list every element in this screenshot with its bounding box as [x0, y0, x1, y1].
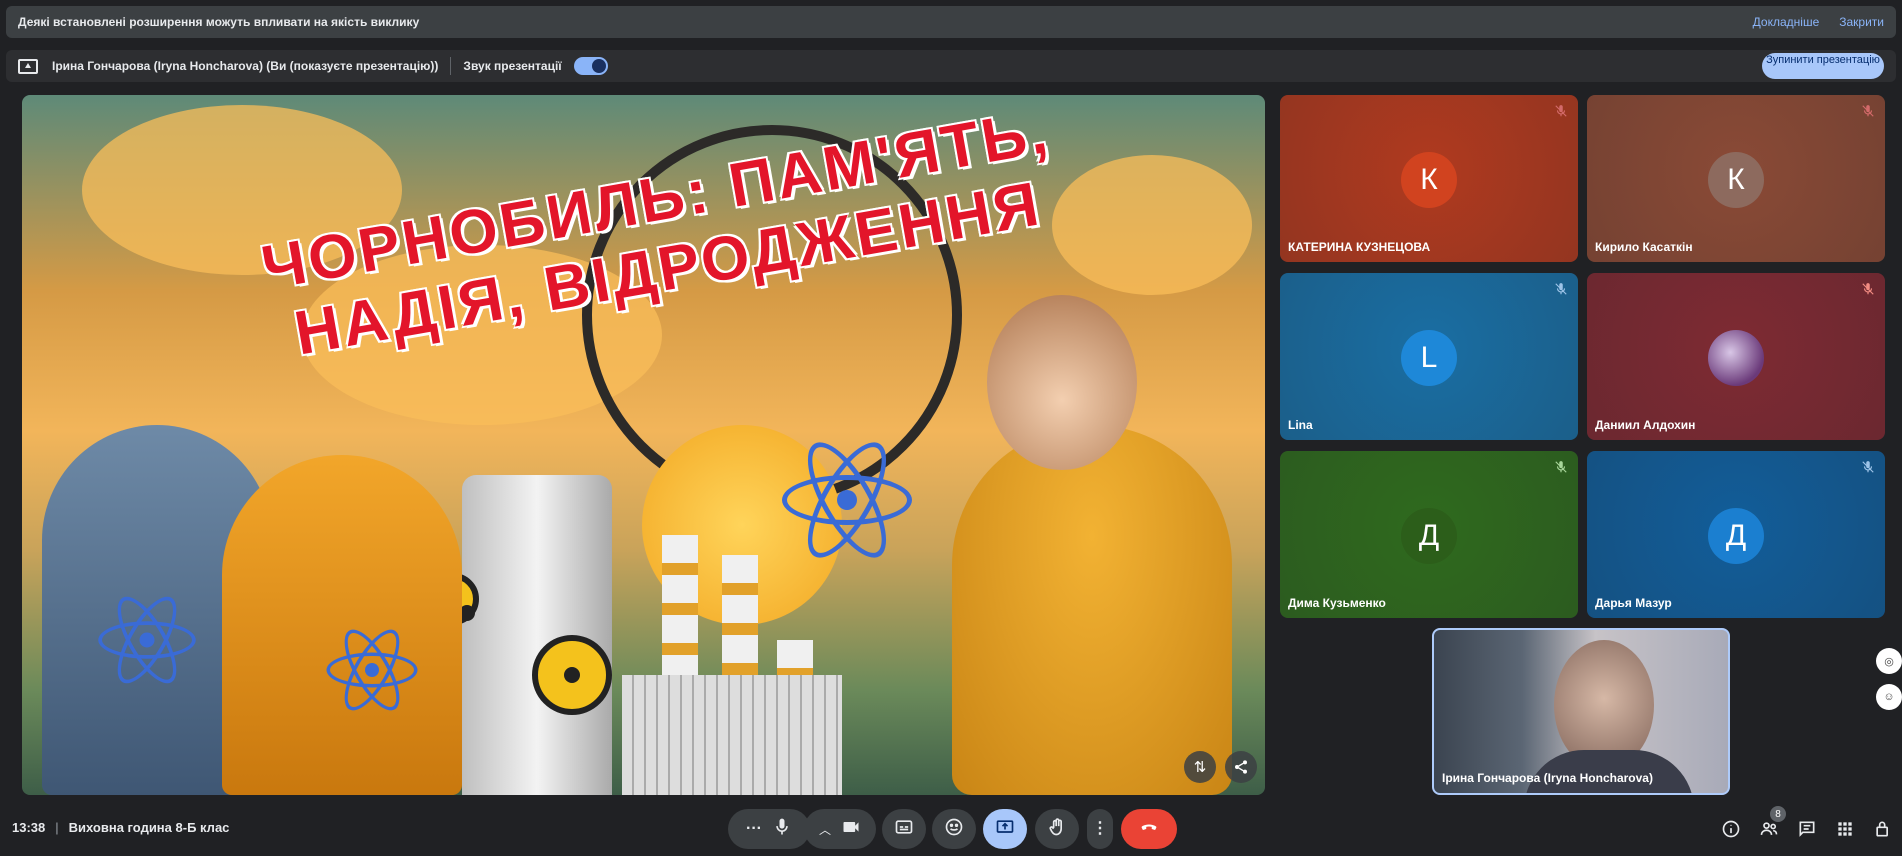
mic-off-icon: [1861, 460, 1875, 474]
banner-message: Деякі встановлені розширення можуть впли…: [18, 15, 420, 29]
close-banner-link[interactable]: Закрити: [1839, 15, 1884, 29]
bottom-control-bar: 13:38 | Виховна година 8-Б клас ··· ︿ ⋮ …: [0, 806, 1902, 856]
host-controls-icon[interactable]: [1870, 816, 1896, 842]
mic-off-icon: [1861, 282, 1875, 296]
more-vert-icon: ⋮: [1092, 820, 1108, 837]
present-button[interactable]: [983, 809, 1027, 849]
clock-time: 13:38: [12, 820, 46, 835]
more-options-icon[interactable]: ···: [746, 820, 762, 838]
chevron-up-icon[interactable]: ︿: [819, 821, 831, 838]
stop-presenting-button[interactable]: Зупинити презентацію: [1762, 53, 1884, 79]
presentation-audio-toggle[interactable]: [573, 57, 608, 75]
participant-name: Lina: [1288, 418, 1313, 432]
participants-count-badge: 8: [1770, 806, 1786, 822]
swap-layout-icon[interactable]: ⇅: [1184, 751, 1216, 783]
camera-control-group[interactable]: ︿: [804, 809, 876, 849]
present-screen-icon: [995, 817, 1015, 842]
atom-symbol: [98, 588, 196, 692]
participant-tile[interactable]: Д Дима Кузьменко: [1280, 451, 1578, 618]
radiation-sign: [532, 635, 612, 715]
audio-control-group[interactable]: ···: [728, 809, 810, 849]
avatar: L: [1401, 330, 1457, 386]
emoji-button[interactable]: [932, 809, 976, 849]
raise-hand-icon: [1047, 817, 1067, 842]
end-call-button[interactable]: [1121, 809, 1177, 849]
microphone-icon[interactable]: [772, 817, 792, 842]
illustration-teacher: [952, 425, 1232, 795]
participant-tile[interactable]: Д Дарья Мазур: [1587, 451, 1885, 618]
avatar: Д: [1708, 508, 1764, 564]
mic-off-icon: [1554, 282, 1568, 296]
participant-name: Кирило Касаткін: [1595, 240, 1693, 254]
meeting-title: Виховна година 8-Б клас: [68, 820, 230, 835]
present-screen-icon: [18, 58, 38, 74]
cooling-tower: [462, 475, 612, 795]
participant-name: Дарья Мазур: [1595, 596, 1672, 610]
participant-name: КАТЕРИНА КУЗНЕЦОВА: [1288, 240, 1431, 254]
participant-tile[interactable]: L Lina: [1280, 273, 1578, 440]
participant-tile[interactable]: К Кирило Касаткін: [1587, 95, 1885, 262]
mic-off-icon: [1554, 460, 1568, 474]
share-icon[interactable]: [1225, 751, 1257, 783]
activities-icon[interactable]: [1832, 816, 1858, 842]
camera-icon[interactable]: [841, 817, 861, 842]
participant-tile[interactable]: К КАТЕРИНА КУЗНЕЦОВА: [1280, 95, 1578, 262]
companion-icon[interactable]: ◎: [1876, 648, 1902, 674]
presenter-text: Ірина Гончарова (Iryna Honcharova) (Ви (…: [52, 59, 439, 73]
meeting-info: 13:38 | Виховна година 8-Б клас: [12, 820, 229, 835]
presentation-audio-label: Звук презентації: [463, 59, 562, 73]
emoji-icon: [944, 817, 964, 842]
participant-tile[interactable]: Даниил Алдохин: [1587, 273, 1885, 440]
captions-icon: [894, 817, 914, 842]
divider: [450, 57, 452, 75]
avatar-photo: [1708, 330, 1764, 386]
learn-more-link[interactable]: Докладніше: [1753, 15, 1820, 29]
self-view-tile[interactable]: Ірина Гончарова (Iryna Honcharova): [1432, 628, 1730, 795]
atom-symbol: [326, 621, 418, 719]
raise-hand-button[interactable]: [1035, 809, 1079, 849]
avatar: К: [1401, 152, 1457, 208]
toggle-knob: [591, 59, 606, 73]
info-icon[interactable]: [1718, 816, 1744, 842]
mic-off-icon: [1861, 104, 1875, 118]
shared-presentation: ЧОРНОБИЛЬ: ПАМ'ЯТЬ, НАДІЯ, ВІДРОДЖЕННЯ ⇅: [22, 95, 1265, 795]
more-options-button[interactable]: ⋮: [1087, 809, 1113, 849]
participant-name: Даниил Алдохин: [1595, 418, 1696, 432]
chat-icon[interactable]: [1794, 816, 1820, 842]
captions-button[interactable]: [882, 809, 926, 849]
self-name: Ірина Гончарова (Iryna Honcharova): [1442, 771, 1653, 785]
extensions-warning-banner: Деякі встановлені розширення можуть впли…: [6, 6, 1896, 38]
extension-icon[interactable]: ☺: [1876, 684, 1902, 710]
avatar: Д: [1401, 508, 1457, 564]
power-plant-building: [622, 675, 842, 795]
avatar: К: [1708, 152, 1764, 208]
mic-off-icon: [1554, 104, 1568, 118]
end-call-icon: [1139, 817, 1159, 842]
divider: |: [55, 820, 59, 835]
atom-symbol: [782, 431, 912, 569]
illustration-teacher-head: [987, 295, 1137, 470]
participant-name: Дима Кузьменко: [1288, 596, 1386, 610]
presenting-bar: Ірина Гончарова (Iryna Honcharova) (Ви (…: [6, 50, 1896, 82]
